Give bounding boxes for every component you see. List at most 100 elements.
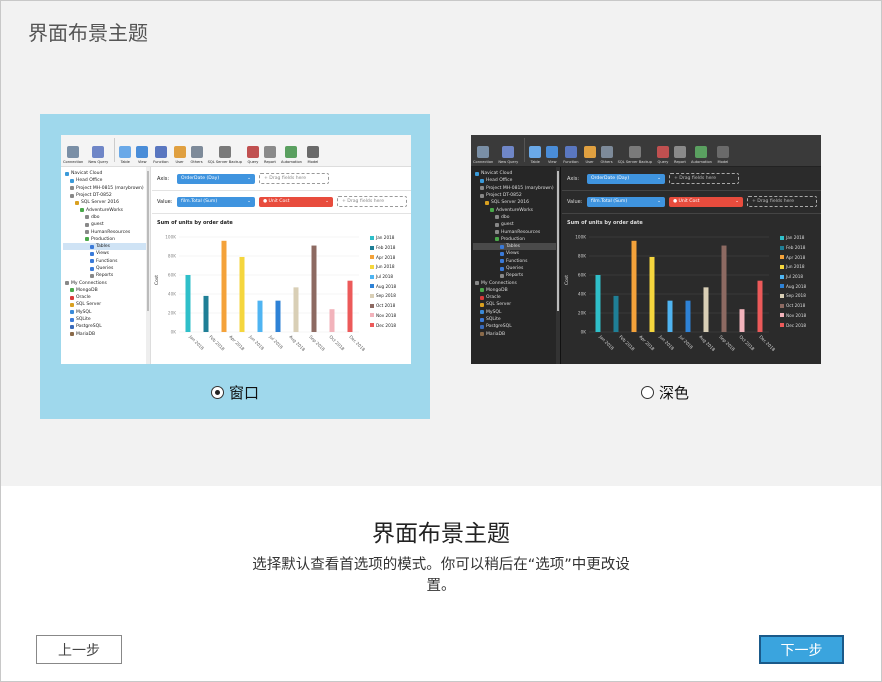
tree-item-label: Head Office xyxy=(76,178,103,184)
tree-item: Project MH-0815 (marybrown) xyxy=(473,185,558,192)
legend-swatch xyxy=(370,293,374,298)
tree-node-icon xyxy=(70,324,74,329)
x-tick-label: Oct 2018 xyxy=(328,334,345,351)
legend-item: Sep 2018 xyxy=(370,291,396,301)
chart-bar xyxy=(721,245,727,332)
y-tick-label: 80K xyxy=(168,254,176,259)
tree-node-icon xyxy=(480,288,484,293)
tree-item: guest xyxy=(63,221,148,228)
tree-item: guest xyxy=(473,221,558,228)
legend-swatch xyxy=(780,313,784,318)
tree-item: SQL Server 2016 xyxy=(63,199,148,206)
tree-item: Reports xyxy=(63,272,148,279)
tree-item-label: My Connections xyxy=(481,280,517,286)
y-tick-label: 100K xyxy=(575,235,586,240)
toolbar-item: Connection xyxy=(473,146,493,164)
radio-button-icon[interactable] xyxy=(210,386,224,399)
legend-swatch xyxy=(370,313,374,318)
tree-item: Project DT-0852 xyxy=(63,192,148,199)
legend-swatch xyxy=(370,255,374,260)
preview-navigation-tree: Navicat Cloud Head Office Project MH-0815 … xyxy=(471,167,561,364)
toolbar-item-label: Connection xyxy=(473,160,494,164)
toolbar-item-label: Table xyxy=(120,160,130,164)
legend-swatch xyxy=(780,274,784,279)
toolbar-item-label: Report xyxy=(674,160,686,164)
tree-item: dbo xyxy=(473,214,558,221)
legend-label: Sep 2018 xyxy=(376,293,396,299)
tree-node-icon xyxy=(70,288,74,293)
model-icon xyxy=(306,146,319,158)
chart-bar xyxy=(329,309,335,332)
tree-item: Production xyxy=(473,236,558,243)
tree-item-label: Navicat Cloud xyxy=(481,171,513,177)
tree-item: My Connections xyxy=(473,279,558,286)
prev-button[interactable]: 上一步 xyxy=(36,635,122,664)
legend-item: Apr 2018 xyxy=(780,252,806,262)
tree-item: PostgreSQL xyxy=(473,323,558,330)
legend-label: Jun 2018 xyxy=(376,264,395,270)
tree-node-icon xyxy=(500,244,504,249)
toolbar-item-label: Query xyxy=(247,160,259,164)
legend-item: Jan 2018 xyxy=(780,233,806,243)
tree-item-label: Project DT-0852 xyxy=(486,193,522,199)
legend-label: Feb 2018 xyxy=(786,245,806,251)
report-icon xyxy=(263,146,276,158)
tree-item-label: Project MH-0815 (marybrown) xyxy=(486,185,554,191)
tree-node-icon xyxy=(85,237,89,242)
toolbar-item: View xyxy=(136,146,149,164)
tree-item-label: Views xyxy=(506,251,520,257)
legend-swatch xyxy=(370,264,374,269)
chart-bar xyxy=(757,280,763,332)
tree-node-icon xyxy=(85,230,89,235)
tree-item: Queries xyxy=(473,265,558,272)
value-label: Value: xyxy=(567,198,583,205)
tree-item-label: MariaDB xyxy=(486,331,506,337)
x-tick-label: Jul 2018 xyxy=(268,333,285,350)
toolbar-item-label: User xyxy=(585,160,594,164)
tree-item: MariaDB xyxy=(473,331,558,338)
unit-cost-pill: ● Unit Cost ⌄ xyxy=(259,196,333,207)
tree-item: HumanResources xyxy=(473,228,558,235)
tree-item-label: Navicat Cloud xyxy=(71,171,103,177)
chart-bar xyxy=(311,245,317,332)
x-tick-label: Jan 2018 xyxy=(188,333,206,351)
x-tick-label: Dec 2018 xyxy=(348,334,366,352)
toolbar-separator xyxy=(114,137,116,162)
tree-item: Project MH-0815 (marybrown) xyxy=(63,185,148,192)
legend-swatch xyxy=(370,323,374,328)
next-button[interactable]: 下一步 xyxy=(759,635,844,664)
theme-card-dark[interactable]: Connection New Query Table View Function User… xyxy=(470,114,860,419)
tree-node-icon xyxy=(70,317,74,322)
x-tick-label: Jun 2018 xyxy=(248,333,266,351)
tree-item-label: AdventureWorks xyxy=(86,207,124,213)
toolbar-item: Model xyxy=(306,146,319,164)
radio-dark[interactable]: 深色 xyxy=(470,382,860,403)
legend-label: Oct 2018 xyxy=(786,303,806,309)
tree-item-label: Production xyxy=(501,236,525,242)
radio-light[interactable]: 窗口 xyxy=(40,382,430,403)
toolbar-item: Automation xyxy=(281,146,302,164)
tree-item: AdventureWorks xyxy=(473,206,558,213)
legend-item: Dec 2018 xyxy=(370,320,396,330)
toolbar-item: New Query xyxy=(88,146,108,164)
tree-node-icon xyxy=(480,186,484,191)
axis-row: Axis: OrderDate (Day) ⌄ + Drag fields here xyxy=(567,173,739,184)
legend-label: Dec 2018 xyxy=(786,322,807,328)
toolbar-item: User xyxy=(583,146,596,164)
toolbar-item: User xyxy=(173,146,186,164)
axis-row: Axis: OrderDate (Day) ⌄ + Drag fields here xyxy=(157,173,329,184)
tree-node-icon xyxy=(480,317,484,322)
x-tick-label: Oct 2018 xyxy=(738,334,755,351)
legend-item: Apr 2018 xyxy=(370,252,396,262)
radio-button-icon[interactable] xyxy=(640,386,654,399)
tree-item-label: Queries xyxy=(506,266,524,271)
new-query-icon xyxy=(502,146,515,158)
tree-node-icon xyxy=(70,178,74,183)
x-tick-label: Jan 2018 xyxy=(598,333,616,351)
tree-node-icon xyxy=(480,302,484,307)
tree-node-icon xyxy=(70,302,74,307)
tree-item-label: SQL Server 2016 xyxy=(81,200,119,206)
tree-node-icon xyxy=(85,215,89,220)
toolbar-item-label: Others xyxy=(190,160,203,164)
theme-card-light[interactable]: Connection New Query Table View Function User… xyxy=(40,114,430,419)
